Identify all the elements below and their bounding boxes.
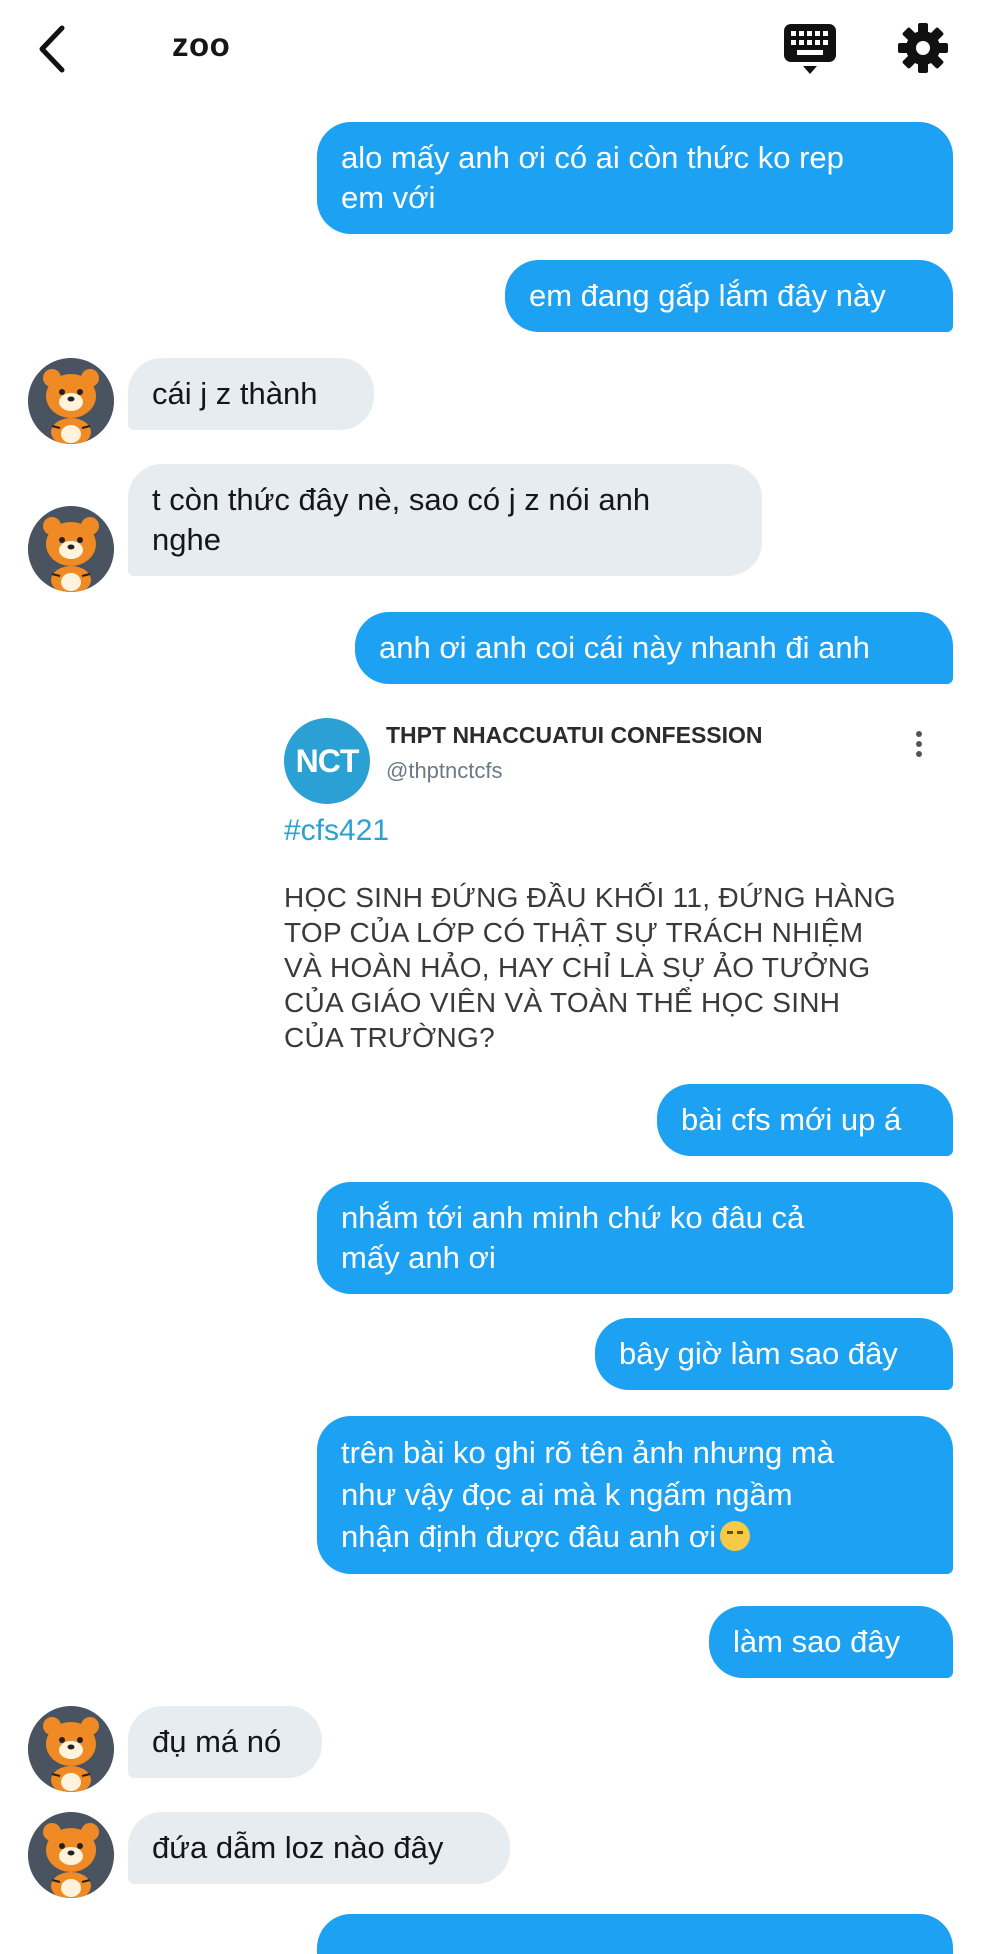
chat-title: zoo xyxy=(172,26,231,63)
message-bubble-outgoing[interactable]: anh ơi anh coi cái này nhanh đi anh xyxy=(355,612,953,684)
more-vertical-icon xyxy=(916,731,922,757)
gear-icon xyxy=(898,23,948,73)
chat-header: zoo xyxy=(0,0,981,100)
message-bubble-incoming[interactable]: đụ má nó xyxy=(128,1706,322,1778)
message-bubble-outgoing[interactable]: bài cfs mới up á xyxy=(657,1084,953,1156)
bear-avatar-icon xyxy=(28,358,114,444)
bear-avatar-icon xyxy=(28,1706,114,1792)
message-bubble-outgoing-partial[interactable] xyxy=(317,1914,953,1954)
avatar[interactable] xyxy=(28,358,114,444)
bear-avatar-icon xyxy=(28,506,114,592)
keyboard-icon xyxy=(784,24,836,74)
tweet-author-name: THPT NHACCUATUI CONFESSION xyxy=(386,722,763,748)
message-bubble-outgoing[interactable]: bây giờ làm sao đây xyxy=(595,1318,953,1390)
message-bubble-incoming[interactable]: cái j z thành xyxy=(128,358,374,430)
tweet-body: HỌC SINH ĐỨNG ĐẦU KHỐI 11, ĐỨNG HÀNG TOP… xyxy=(284,882,896,1053)
crying-face-emoji-icon xyxy=(720,1521,751,1551)
message-bubble-outgoing[interactable]: làm sao đây xyxy=(709,1606,953,1678)
avatar[interactable] xyxy=(28,1706,114,1792)
message-bubble-incoming[interactable]: đứa dẫm loz nào đây xyxy=(128,1812,510,1884)
message-bubble-outgoing[interactable]: em đang gấp lắm đây này xyxy=(505,260,953,332)
message-bubble-incoming[interactable]: t còn thức đây nè, sao có j z nói anh ng… xyxy=(128,464,762,576)
shared-tweet-card[interactable]: NCT THPT NHACCUATUI CONFESSION @thptnctc… xyxy=(284,712,944,1072)
tweet-hashtag[interactable]: #cfs421 xyxy=(284,814,389,848)
nct-logo: NCT xyxy=(284,718,370,804)
message-bubble-outgoing[interactable]: trên bài ko ghi rõ tên ảnh nhưng mà như … xyxy=(317,1416,953,1574)
message-bubble-outgoing[interactable]: nhắm tới anh minh chứ ko đâu cả mấy anh … xyxy=(317,1182,953,1294)
more-options-button[interactable] xyxy=(914,726,924,762)
avatar[interactable] xyxy=(28,506,114,592)
avatar[interactable] xyxy=(28,1812,114,1898)
bear-avatar-icon xyxy=(28,1812,114,1898)
back-button[interactable] xyxy=(30,22,74,76)
message-bubble-outgoing[interactable]: alo mấy anh ơi có ai còn thức ko rep em … xyxy=(317,122,953,234)
tweet-author-handle: @thptnctcfs xyxy=(386,758,503,783)
settings-button[interactable] xyxy=(897,22,949,74)
keyboard-button[interactable] xyxy=(782,20,838,76)
chevron-left-icon xyxy=(39,25,65,73)
message-text: trên bài ko ghi rõ tên ảnh nhưng mà như … xyxy=(341,1435,834,1554)
